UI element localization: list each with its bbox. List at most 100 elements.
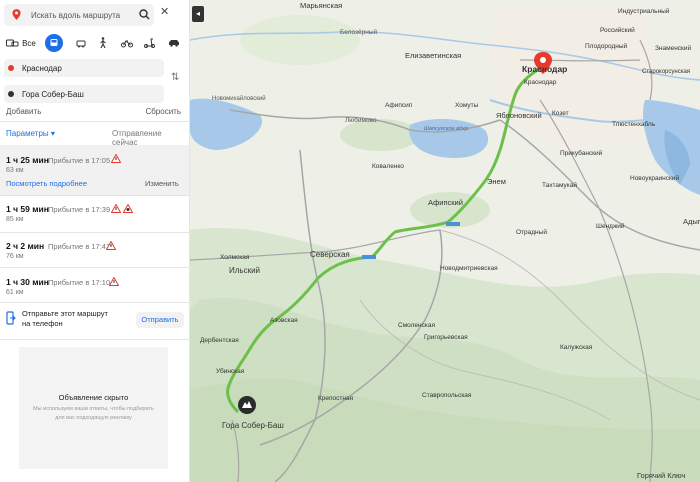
route-edit-link[interactable]: Изменить xyxy=(145,179,179,188)
map-label: Плодородный xyxy=(585,42,628,50)
swap-points-icon[interactable]: ⇅ xyxy=(171,72,179,83)
send-to-phone-text: Отправьте этот маршрут на телефон xyxy=(22,309,108,328)
ad-placeholder: Объявление скрыто Мы используем ваши отв… xyxy=(19,347,168,469)
map-label: Знаменский xyxy=(655,44,692,52)
map-label: Ставропольская xyxy=(422,392,472,399)
map-label: Холмская xyxy=(220,254,250,261)
reset-link[interactable]: Сбросить xyxy=(145,107,181,116)
warning-icon xyxy=(111,204,121,213)
map-svg[interactable]: Марьянская Белозёрный Елизаветинская Кра… xyxy=(190,0,700,482)
warning-icon xyxy=(109,277,119,286)
route-arrival: Прибытие в 17:42 xyxy=(48,242,111,251)
warning-icon xyxy=(106,241,116,250)
map-label: Яблоновский xyxy=(496,111,542,120)
search-icon[interactable] xyxy=(139,9,150,20)
search-placeholder[interactable]: Искать вдоль маршрута xyxy=(31,11,120,20)
mode-all-label: Все xyxy=(22,38,36,48)
incident-icon xyxy=(123,204,133,213)
pedestrian-icon[interactable] xyxy=(98,37,108,49)
collapse-panel-button[interactable]: ◂ xyxy=(192,6,204,22)
bicycle-icon[interactable] xyxy=(121,38,133,48)
route-to-value[interactable]: Гора Собер-Баш xyxy=(22,90,84,99)
map-label: Российский xyxy=(600,26,635,34)
transport-modes: Все xyxy=(4,34,186,52)
add-point-link[interactable]: Добавить xyxy=(6,107,41,116)
ad-title: Объявление скрыто xyxy=(58,393,129,402)
scooter-icon[interactable] xyxy=(144,38,155,48)
send-to-phone: Отправьте этот маршрут на телефон Отправ… xyxy=(6,309,184,333)
map-label: Шенджий xyxy=(596,222,625,230)
map-label: Краснодар xyxy=(524,79,557,86)
map-canvas[interactable]: Марьянская Белозёрный Елизаветинская Кра… xyxy=(190,0,700,482)
send-button[interactable]: Отправить xyxy=(136,312,184,328)
map-label: Марьянская xyxy=(300,1,342,10)
map-label: Дербентская xyxy=(200,336,239,344)
car-bus-icon xyxy=(6,39,19,47)
map-label: Краснодар xyxy=(522,64,567,74)
map-label: Ильский xyxy=(229,266,260,275)
route-duration: 1 ч 59 мин xyxy=(6,204,49,214)
map-label: Северская xyxy=(310,250,350,259)
route-option[interactable]: 2 ч 2 мин Прибытие в 17:42 76 км xyxy=(0,233,189,267)
map-label: Шапсугское вдхр. xyxy=(424,126,469,132)
map-label: Новомихайловский xyxy=(212,95,266,102)
to-dot-icon xyxy=(8,91,14,97)
divider xyxy=(0,339,189,340)
map-label: Новодмитриевская xyxy=(440,265,498,272)
mode-transit-button[interactable] xyxy=(45,34,63,52)
car-icon[interactable] xyxy=(168,38,180,48)
route-from-value[interactable]: Краснодар xyxy=(22,64,62,73)
map-label: Елизаветинская xyxy=(405,51,461,60)
map-label: Энем xyxy=(487,177,506,186)
route-option[interactable]: 1 ч 59 мин Прибытие в 17:39 85 км xyxy=(0,196,189,232)
route-search-box[interactable]: Искать вдоль маршрута xyxy=(4,4,154,26)
map-label: Горячий Ключ xyxy=(637,471,685,480)
divider xyxy=(0,121,189,122)
map-label: Тахтамукай xyxy=(542,181,577,189)
map-label: Отрадный xyxy=(516,228,547,236)
phone-send-icon xyxy=(6,311,16,325)
map-label: Калужская xyxy=(560,344,593,351)
route-arrival: Прибытие в 17:39 xyxy=(48,205,111,214)
route-option[interactable]: 1 ч 25 мин Прибытие в 17:05 63 км Посмот… xyxy=(0,145,189,195)
map-label: Белозёрный xyxy=(340,28,378,36)
map-label: Убинская xyxy=(216,367,245,375)
end-pin-icon[interactable] xyxy=(238,396,256,414)
map-label: Коваленко xyxy=(372,163,404,170)
map-label: Смоленская xyxy=(398,322,435,329)
map-label: Хомуты xyxy=(455,102,479,109)
map-label: Прикубанский xyxy=(560,149,603,157)
close-icon[interactable]: ✕ xyxy=(160,7,169,18)
map-label: Индустриальный xyxy=(618,7,670,15)
route-distance: 85 км xyxy=(6,216,24,223)
route-from-field[interactable]: Краснодар xyxy=(4,59,164,77)
route-option[interactable]: 1 ч 30 мин Прибытие в 17:10 61 км xyxy=(0,268,189,302)
route-panel: Искать вдоль маршрута ✕ Все Краснодар ⇅ … xyxy=(0,0,190,482)
route-duration: 1 ч 30 мин xyxy=(6,277,49,287)
route-distance: 76 км xyxy=(6,253,24,260)
map-label: Афипский xyxy=(428,198,463,207)
ad-text: Мы используем ваши ответы, чтобы подбира… xyxy=(33,406,154,421)
divider xyxy=(0,302,189,303)
parameters-dropdown[interactable]: Параметры ▾ xyxy=(6,129,55,138)
mode-all-button[interactable]: Все xyxy=(4,34,38,52)
map-label: Афипсип xyxy=(385,102,413,109)
route-to-field[interactable]: Гора Собер-Баш xyxy=(4,85,164,103)
route-duration: 2 ч 2 мин xyxy=(6,241,45,251)
map-label: Григорьевская xyxy=(424,334,468,341)
map-label: Козет xyxy=(552,110,569,117)
warning-icon xyxy=(111,154,121,163)
route-distance: 63 км xyxy=(6,167,24,174)
route-details-link[interactable]: Посмотреть подробнее xyxy=(6,179,87,188)
map-label: Адыг xyxy=(683,217,700,226)
route-actions: Добавить Сбросить xyxy=(6,107,181,116)
map-label: Тлюстенхабль xyxy=(612,120,656,128)
map-label: Новоукраинский xyxy=(630,174,680,182)
taxi-icon[interactable] xyxy=(76,38,86,48)
map-label: Крепостная xyxy=(318,395,354,402)
map-label: Любимово xyxy=(345,116,377,124)
map-label: Гора Собер-Баш xyxy=(222,421,284,430)
from-dot-icon xyxy=(8,65,14,71)
map-label: Старокорсунская xyxy=(642,69,690,75)
location-pin-icon xyxy=(12,9,21,20)
